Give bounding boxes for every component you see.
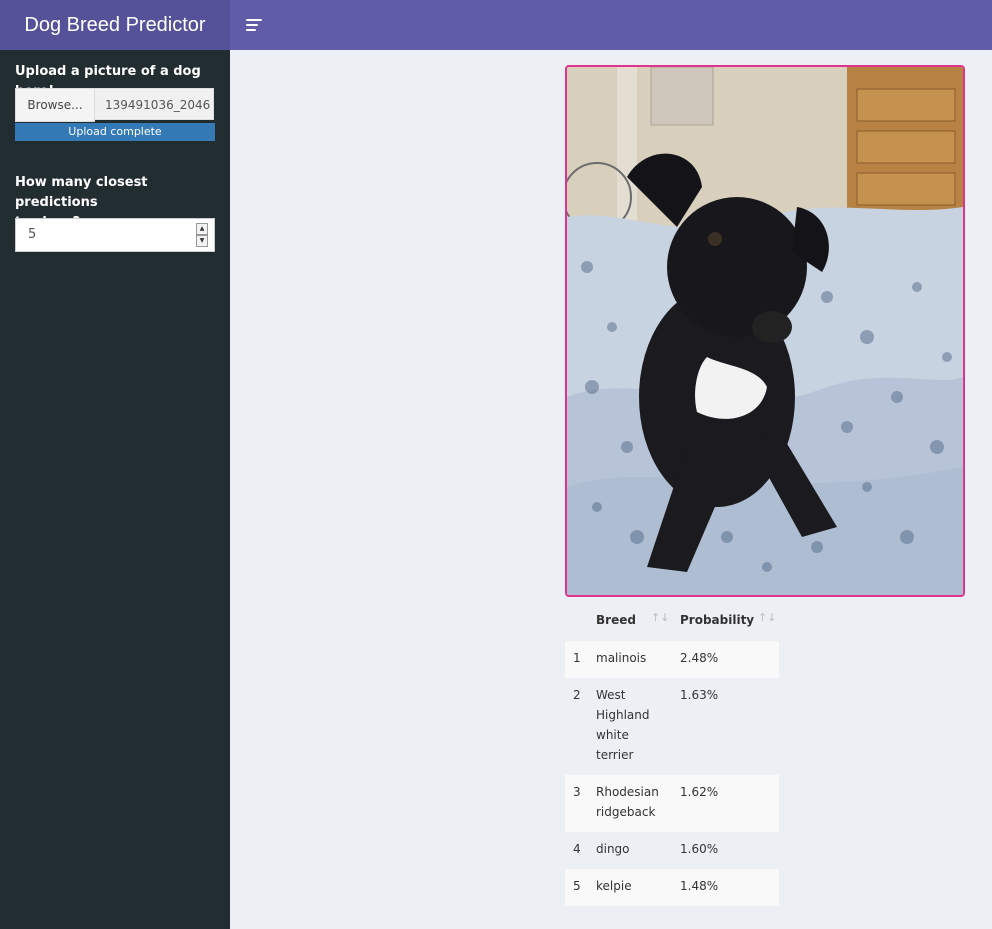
predictions-table: Breed ↑↓ Probability ↑↓ 1 malinois 2.48%… [565, 601, 779, 906]
breed-column-header[interactable]: Breed [596, 613, 636, 627]
probability-cell: 2.48% [680, 651, 719, 665]
file-upload-group: Browse... 139491036_2046 [15, 88, 215, 122]
probability-column-header[interactable]: Probability [680, 613, 754, 627]
probability-cell: 1.62% [680, 785, 719, 799]
table-row: 2 West Highland white terrier 1.63% [565, 678, 779, 775]
top-navbar [230, 0, 992, 50]
browse-button[interactable]: Browse... [15, 88, 95, 122]
app-logo-title[interactable]: Dog Breed Predictor [0, 0, 230, 50]
sort-icon[interactable]: ↑↓ [758, 611, 776, 624]
file-name-field[interactable]: 139491036_2046 [94, 88, 214, 120]
prediction-count-value: 5 [28, 227, 37, 242]
row-index: 2 [573, 688, 581, 702]
spin-up-icon[interactable]: ▲ [196, 223, 208, 235]
count-label-line1: How many closest predictions [15, 175, 148, 210]
upload-progress-bar: Upload complete [15, 123, 215, 141]
row-index: 3 [573, 785, 581, 799]
breed-cell: kelpie [596, 879, 632, 893]
sort-icon[interactable]: ↑↓ [651, 611, 669, 624]
uploaded-dog-image [565, 65, 965, 597]
breed-cell: Rhodesian ridgeback [596, 785, 659, 819]
number-spinner[interactable]: ▲ ▼ [196, 223, 208, 247]
breed-cell: West Highland white terrier [596, 688, 650, 762]
table-row: 1 malinois 2.48% [565, 641, 779, 678]
row-index: 1 [573, 651, 581, 665]
sidebar-toggle-icon[interactable] [246, 18, 262, 32]
probability-cell: 1.60% [680, 842, 719, 856]
table-header-row: Breed ↑↓ Probability ↑↓ [565, 601, 779, 641]
dog-photo-illustration [567, 67, 963, 595]
row-index: 5 [573, 879, 581, 893]
row-index: 4 [573, 842, 581, 856]
prediction-count-input[interactable]: 5 ▲ ▼ [15, 218, 215, 252]
breed-cell: dingo [596, 842, 630, 856]
probability-cell: 1.63% [680, 688, 719, 702]
probability-cell: 1.48% [680, 879, 719, 893]
spin-down-icon[interactable]: ▼ [196, 235, 208, 247]
breed-cell: malinois [596, 651, 647, 665]
sidebar: Upload a picture of a dog here! Browse..… [0, 50, 230, 929]
table-row: 5 kelpie 1.48% [565, 869, 779, 906]
table-row: 4 dingo 1.60% [565, 832, 779, 869]
table-row: 3 Rhodesian ridgeback 1.62% [565, 775, 779, 832]
